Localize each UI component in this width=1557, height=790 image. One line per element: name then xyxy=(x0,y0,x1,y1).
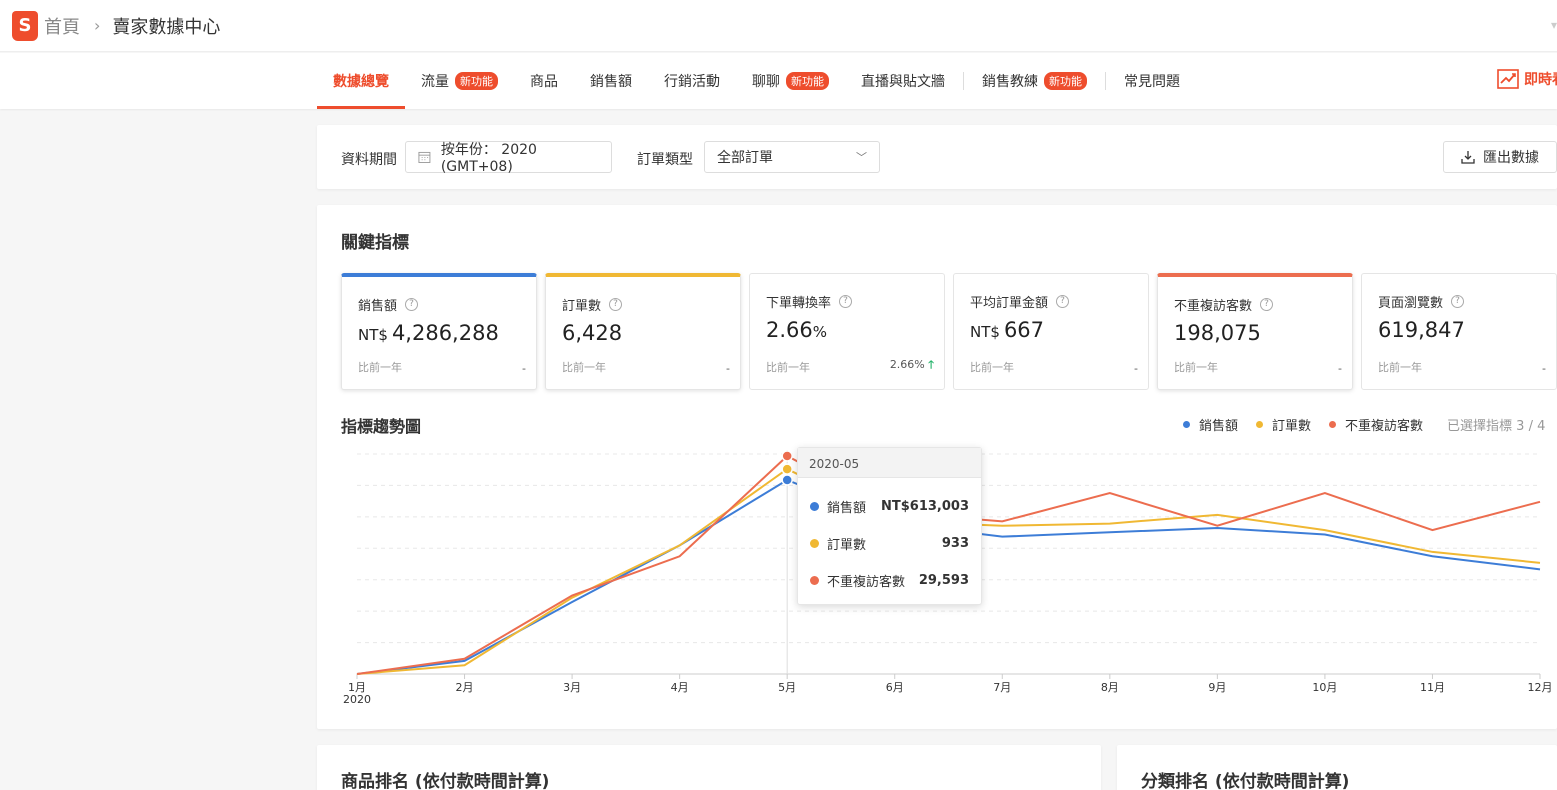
realtime-link[interactable]: 即時看 xyxy=(1497,69,1557,89)
tooltip-row-visitors: 不重複訪客數 29,593 xyxy=(810,571,969,590)
chevron-right-icon: › xyxy=(94,16,101,35)
tab-live-feed[interactable]: 直播與貼文牆 xyxy=(845,53,961,109)
calendar-icon xyxy=(418,151,431,163)
tab-overview[interactable]: 數據總覽 xyxy=(317,53,405,109)
x-tick-label: 9月 xyxy=(1208,681,1226,694)
tab-products[interactable]: 商品 xyxy=(514,53,574,109)
tab-divider xyxy=(963,72,964,90)
user-menu-icon[interactable]: ▾ xyxy=(1551,18,1557,32)
breadcrumb-current: 賣家數據中心 xyxy=(112,16,221,38)
product-ranking-card: 商品排名 (依付款時間計算) xyxy=(317,745,1101,790)
tab-divider xyxy=(1105,72,1106,90)
tab-faq[interactable]: 常見問題 xyxy=(1108,53,1196,109)
nav-tabs: 數據總覽 流量 新功能 商品 銷售額 行銷活動 聊聊 新功能 直播與貼文牆 銷售教練… xyxy=(317,53,1196,109)
category-ranking-card: 分類排名 (依付款時間計算) xyxy=(1117,745,1557,790)
x-tick-label: 8月 xyxy=(1101,681,1119,694)
chevron-down-icon: ﹀ xyxy=(856,151,867,164)
product-ranking-title: 商品排名 (依付款時間計算) xyxy=(341,772,550,790)
tab-traffic[interactable]: 流量 新功能 xyxy=(405,53,514,109)
trend-chart-icon xyxy=(1497,69,1519,89)
tab-sales-coach[interactable]: 銷售教練 新功能 xyxy=(966,53,1103,109)
period-picker[interactable]: 按年份： 2020 (GMT+08) xyxy=(405,141,612,175)
x-tick-label: 3月 xyxy=(563,681,581,694)
new-feature-badge: 新功能 xyxy=(1044,72,1087,90)
tab-chat[interactable]: 聊聊 新功能 xyxy=(736,53,845,109)
tooltip-row-sales: 銷售額 NT$613,003 xyxy=(810,497,969,516)
nav-bar: 數據總覽 流量 新功能 商品 銷售額 行銷活動 聊聊 新功能 直播與貼文牆 銷售教練… xyxy=(0,53,1557,109)
tooltip-row-orders: 訂單數 933 xyxy=(810,534,969,553)
x-year-label: 2020 xyxy=(343,693,371,706)
tab-marketing[interactable]: 行銷活動 xyxy=(648,53,736,109)
top-bar: S 首頁 › 賣家數據中心 ▾ xyxy=(0,0,1557,52)
x-tick-label: 4月 xyxy=(671,681,689,694)
order-type-select[interactable]: 全部訂單 ﹀ xyxy=(704,141,880,173)
order-type-label: 訂單類型 xyxy=(637,152,693,168)
period-label: 資料期間 xyxy=(341,152,397,168)
chart-tooltip: 2020-05 銷售額 NT$613,003 訂單數 933 不重複訪客數 29,59… xyxy=(797,447,982,605)
new-feature-badge: 新功能 xyxy=(455,72,498,90)
tab-sales[interactable]: 銷售額 xyxy=(574,53,648,109)
filter-bar: 資料期間 按年份： 2020 (GMT+08) 訂單類型 全部訂單 ﹀ 匯出數據 xyxy=(317,125,1557,189)
tooltip-date: 2020-05 xyxy=(798,448,981,478)
x-tick-label: 2月 xyxy=(456,681,474,694)
key-metrics-card: 關鍵指標 銷售額? NT$ 4,286,288 比前一年 - 訂單數? 6,428… xyxy=(317,205,1557,729)
x-tick-label: 6月 xyxy=(886,681,904,694)
breadcrumb-home[interactable]: 首頁 xyxy=(44,13,80,39)
x-tick-label: 7月 xyxy=(993,681,1011,694)
x-tick-label: 5月 xyxy=(778,681,796,694)
new-feature-badge: 新功能 xyxy=(786,72,829,90)
data-point-hover xyxy=(781,463,793,475)
export-button[interactable]: 匯出數據 xyxy=(1443,141,1557,173)
x-tick-label: 12月 xyxy=(1528,681,1553,694)
data-point-hover xyxy=(781,474,793,486)
download-icon xyxy=(1461,151,1475,164)
x-tick-label: 11月 xyxy=(1420,681,1445,694)
data-point-hover xyxy=(781,450,793,462)
x-tick-label: 10月 xyxy=(1312,681,1337,694)
category-ranking-title: 分類排名 (依付款時間計算) xyxy=(1141,772,1350,790)
shopee-logo-icon[interactable]: S xyxy=(12,10,38,41)
